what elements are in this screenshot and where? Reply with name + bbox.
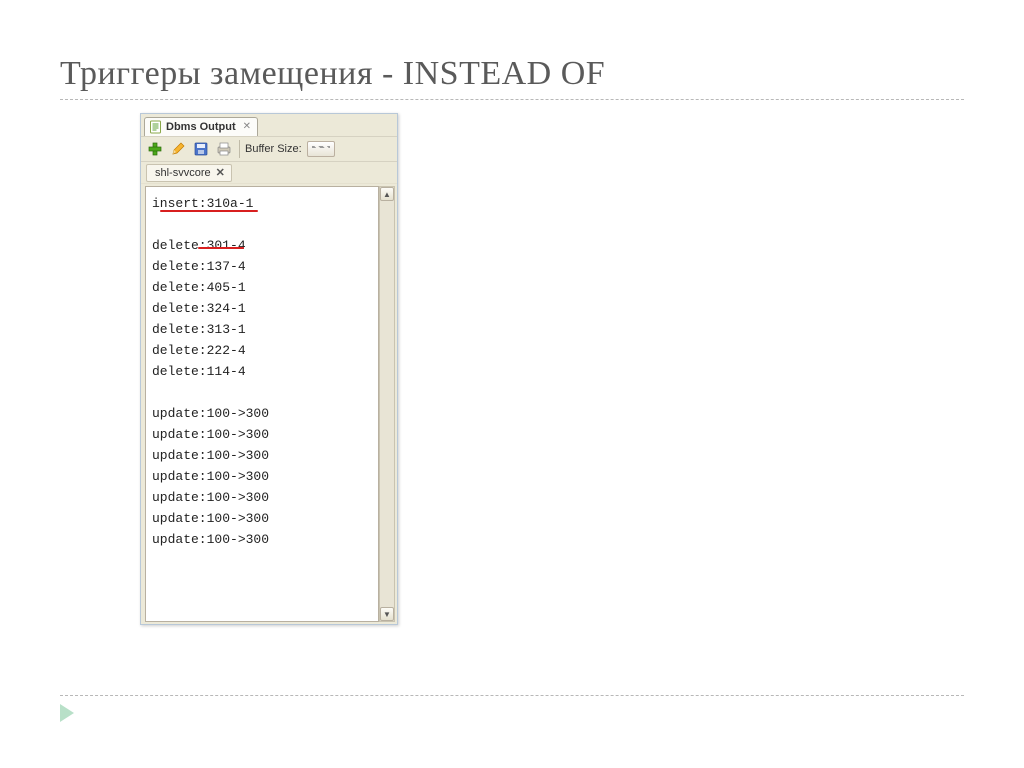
output-line: delete:137-4 (152, 256, 372, 277)
buffer-size-label: Buffer Size: (245, 143, 302, 155)
scroll-up-button[interactable]: ▲ (380, 187, 394, 201)
output-line: update:100->300 (152, 403, 372, 424)
output-line: update:100->300 (152, 424, 372, 445)
annotation-underline (160, 210, 258, 212)
panel-tab-bar: Dbms Output ✕ (141, 114, 397, 136)
print-button[interactable] (214, 139, 234, 159)
session-tab-label: shl-svvcore (155, 167, 211, 179)
session-tab[interactable]: shl-svvcore ✕ (146, 164, 232, 182)
dbms-output-panel: Dbms Output ✕ (140, 113, 398, 625)
buffer-size-widget[interactable] (307, 141, 335, 157)
session-tab-bar: shl-svvcore ✕ (141, 162, 397, 184)
output-line: update:100->300 (152, 466, 372, 487)
printer-icon (216, 141, 232, 157)
output-line (152, 214, 372, 235)
floppy-icon (193, 141, 209, 157)
output-area: insert:310a-1delete:301-4delete:137-4del… (141, 184, 397, 624)
scrollbar[interactable]: ▲ ▼ (379, 186, 395, 622)
close-icon[interactable]: ✕ (240, 121, 251, 132)
scroll-down-button[interactable]: ▼ (380, 607, 394, 621)
output-line: delete:301-4 (152, 235, 372, 256)
output-line (152, 382, 372, 403)
footer-divider (60, 695, 964, 696)
output-line: delete:114-4 (152, 361, 372, 382)
page-title: Триггеры замещения - INSTEAD OF (60, 55, 964, 93)
slide-footer (60, 695, 964, 722)
add-button[interactable] (145, 139, 165, 159)
arrow-right-icon (60, 704, 74, 722)
output-line: update:100->300 (152, 508, 372, 529)
edit-button[interactable] (168, 139, 188, 159)
title-divider (60, 99, 964, 100)
close-icon[interactable]: ✕ (216, 166, 225, 179)
tab-dbms-output[interactable]: Dbms Output ✕ (144, 117, 258, 136)
output-line: delete:324-1 (152, 298, 372, 319)
tab-label: Dbms Output (166, 121, 236, 133)
annotation-underline (198, 247, 244, 249)
output-line: update:100->300 (152, 445, 372, 466)
toolbar: Buffer Size: (141, 136, 397, 162)
output-line: delete:222-4 (152, 340, 372, 361)
plus-icon (147, 141, 163, 157)
pencil-icon (170, 141, 186, 157)
output-line: update:100->300 (152, 487, 372, 508)
output-line: delete:405-1 (152, 277, 372, 298)
save-button[interactable] (191, 139, 211, 159)
output-text[interactable]: insert:310a-1delete:301-4delete:137-4del… (145, 186, 379, 622)
toolbar-separator (239, 140, 240, 158)
output-line: delete:313-1 (152, 319, 372, 340)
document-icon (149, 120, 162, 134)
output-line: update:100->300 (152, 529, 372, 550)
